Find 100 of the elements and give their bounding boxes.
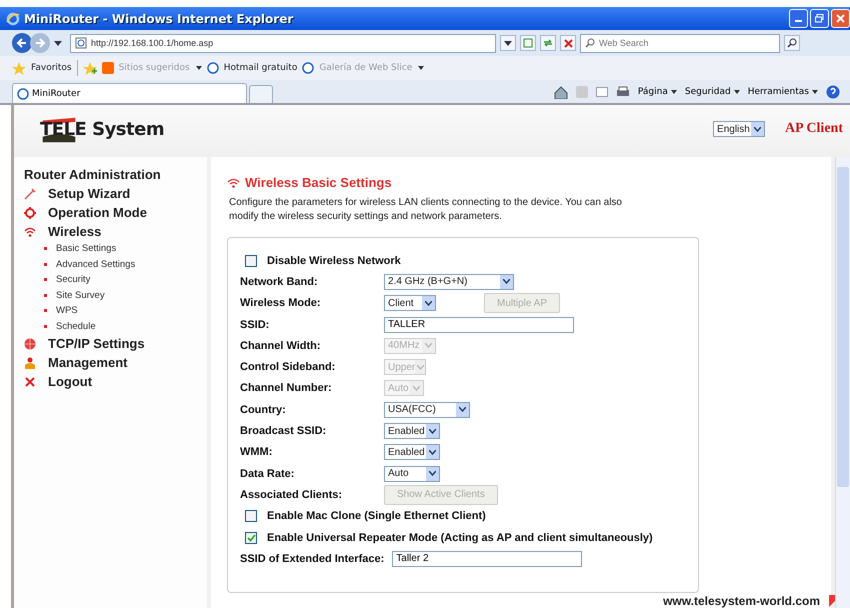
select-field[interactable]: 2.4 GHz (B+G+N) (384, 274, 514, 290)
close-button[interactable] (831, 9, 850, 28)
sidebar-sublink[interactable]: Schedule (56, 320, 96, 332)
search-field[interactable]: Web Search (580, 34, 780, 52)
caret-icon (459, 407, 466, 412)
command-menu[interactable]: Herramientas (748, 87, 818, 97)
wifi-icon (227, 177, 240, 188)
sidebar-title: Router Administration (24, 167, 162, 182)
window-title: MiniRouter - Windows Internet Explorer (24, 12, 294, 26)
star-icon (12, 62, 26, 74)
search-icon (787, 38, 797, 48)
field-label: Channel Number: (240, 382, 333, 394)
globe-icon (24, 338, 36, 350)
field-label: WMM: (240, 446, 274, 458)
user-icon (24, 356, 36, 368)
select-field[interactable]: Client (384, 295, 436, 312)
minimize-button[interactable] (789, 9, 808, 28)
close-icon (836, 14, 845, 23)
caret-icon (425, 300, 432, 306)
caret-icon (429, 428, 436, 434)
field-label: Associated Clients: (240, 488, 344, 501)
caret-icon (429, 471, 436, 476)
language-select[interactable]: English (713, 121, 766, 137)
restore-icon (815, 14, 824, 23)
back-button[interactable] (12, 33, 32, 53)
bullet-icon (44, 262, 47, 266)
caret-icon (413, 386, 420, 391)
field-label: Country: (240, 404, 287, 416)
sidebar-sublink[interactable]: Security (56, 274, 90, 286)
select-field[interactable]: USA(FCC) (384, 402, 470, 418)
field-label: Control Sideband: (240, 361, 336, 374)
stop-button[interactable] (560, 35, 576, 51)
sidebar-link[interactable]: Wireless (48, 224, 102, 239)
sidebar-link[interactable]: Logout (48, 374, 92, 389)
sidebar-link[interactable]: Setup Wizard (48, 186, 130, 201)
wand-icon (24, 188, 36, 200)
field-label: Data Rate: (240, 468, 296, 480)
text-field[interactable]: TALLER (384, 316, 574, 333)
help-icon[interactable] (826, 85, 840, 99)
restore-button[interactable] (810, 9, 829, 28)
browser-icon (6, 12, 20, 26)
logo: TELE System (40, 118, 164, 140)
select-field[interactable]: Enabled (384, 444, 440, 460)
caret-icon (503, 279, 510, 284)
field-label: Channel Width: (240, 340, 322, 352)
home-icon[interactable] (554, 86, 568, 98)
command-menu[interactable]: Página (638, 87, 677, 97)
sidebar-link[interactable]: Management (48, 355, 128, 370)
caret-icon (196, 66, 202, 70)
print-icon[interactable] (616, 86, 630, 98)
select-field[interactable]: Enabled (384, 423, 440, 440)
minimize-icon (795, 20, 802, 22)
sidebar-link[interactable]: TCP/IP Settings (48, 336, 145, 351)
scrollbar[interactable] (835, 157, 850, 608)
sidebar-sublink[interactable]: Basic Settings (56, 243, 116, 254)
caret-icon (504, 40, 512, 46)
caret-icon (425, 343, 432, 348)
page-title: Wireless Basic Settings (245, 175, 392, 190)
forward-arrow-icon (34, 37, 46, 49)
add-favorite-icon[interactable] (82, 62, 97, 74)
sidebar-sublink[interactable]: WPS (56, 305, 78, 316)
checkbox[interactable] (245, 532, 257, 544)
checkbox[interactable] (245, 254, 257, 267)
field-label: SSID of Extended Interface: (240, 552, 384, 565)
bullet-icon (44, 278, 47, 282)
caret-icon (418, 66, 424, 70)
refresh-button[interactable] (540, 35, 556, 51)
text-field[interactable]: Taller 2 (392, 550, 582, 567)
bullet-icon (44, 294, 47, 297)
address-dropdown-button[interactable] (500, 35, 516, 51)
gear-icon (24, 206, 36, 218)
mode-label: AP Client (785, 121, 843, 137)
search-button[interactable] (784, 35, 800, 51)
history-caret-icon[interactable] (54, 40, 62, 46)
close-icon (24, 376, 36, 388)
caret-icon (754, 126, 762, 132)
browser-tab[interactable]: MiniRouter (12, 83, 247, 103)
caret-icon (812, 90, 818, 94)
website-link[interactable]: www.telesystem-world.com (663, 594, 820, 608)
sidebar-link[interactable]: Operation Mode (48, 205, 147, 220)
checkbox-label: Disable Wireless Network (267, 254, 401, 267)
bullet-icon (44, 247, 47, 250)
favorites-link[interactable]: Hotmail gratuito (224, 63, 298, 73)
caret-icon (670, 90, 677, 94)
checkbox[interactable] (245, 510, 257, 522)
field-label: SSID: (240, 318, 270, 331)
sidebar-sublink[interactable]: Advanced Settings (56, 258, 136, 270)
select-field[interactable]: Auto (384, 466, 440, 482)
checkbox-label: Enable Universal Repeater Mode (Acting as AP and client simultaneously) (267, 532, 653, 544)
checkbox-label: Enable Mac Clone (Single Ethernet Client) (267, 510, 486, 522)
wifi-icon (24, 226, 36, 238)
field-label: Broadcast SSID: (240, 425, 328, 438)
favorites-button[interactable]: Favoritos (31, 63, 72, 73)
address-field[interactable]: http://192.168.100.1/home.asp (70, 34, 496, 52)
field-label: Wireless Mode: (240, 297, 322, 310)
refresh-icon (543, 38, 553, 48)
back-arrow-icon (16, 37, 28, 49)
sidebar-sublink[interactable]: Site Survey (56, 290, 105, 301)
bullet-icon (44, 324, 47, 328)
command-menu[interactable]: Seguridad (684, 87, 740, 97)
